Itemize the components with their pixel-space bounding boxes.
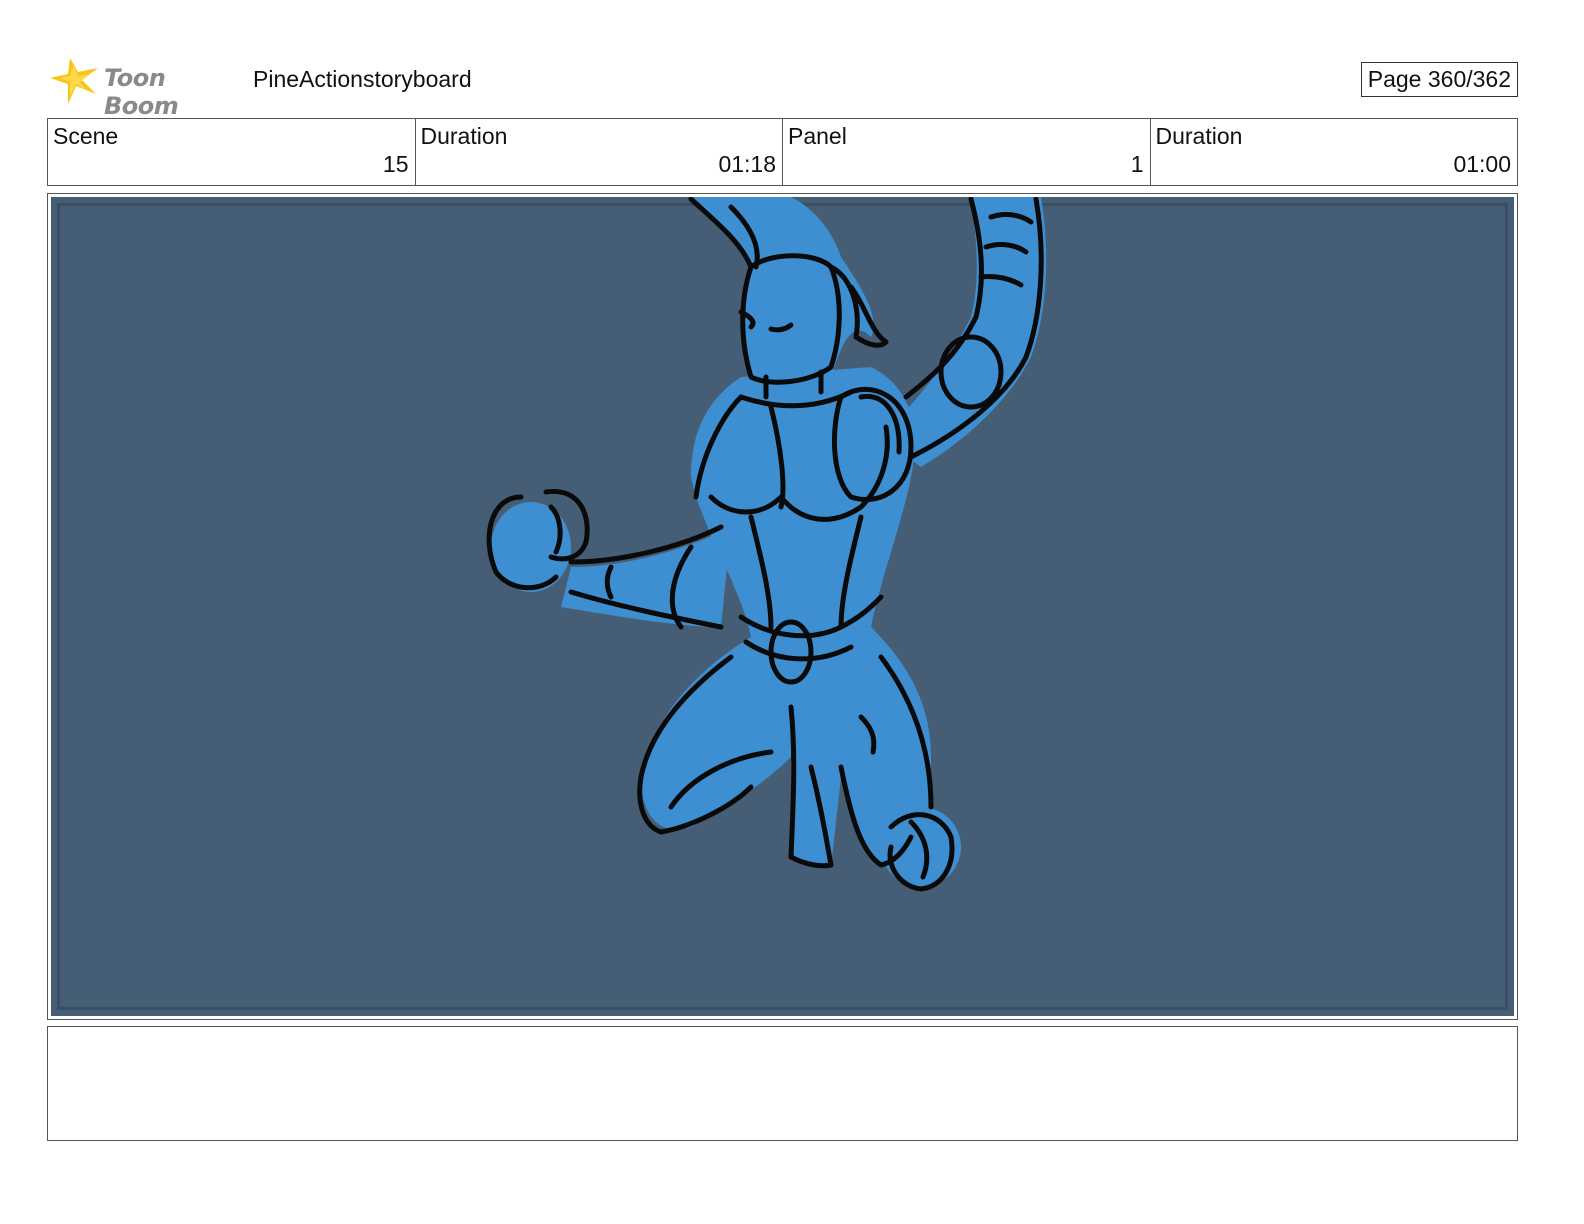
star-burst-icon xyxy=(50,58,98,104)
logo-text: Toon Boom xyxy=(104,64,179,120)
scene-label: Scene xyxy=(53,123,119,149)
panel-frame xyxy=(47,193,1518,1020)
scene-duration-cell: Duration 01:18 xyxy=(416,119,783,185)
panel-label: Panel xyxy=(788,123,847,149)
scene-value: 15 xyxy=(382,151,409,177)
page-number: Page 360/362 xyxy=(1360,62,1518,97)
panel-duration-cell: Duration 01:00 xyxy=(1151,119,1518,185)
character-sketch xyxy=(486,197,1047,892)
toon-boom-logo: Toon Boom xyxy=(48,52,238,120)
panel-notes-box xyxy=(47,1026,1518,1141)
scene-duration-label: Duration xyxy=(420,123,508,149)
project-title: PineActionstoryboard xyxy=(253,66,472,92)
panel-duration-value: 01:00 xyxy=(1453,151,1511,177)
panel-cell: Panel 1 xyxy=(783,119,1151,185)
scene-duration-value: 01:18 xyxy=(718,151,776,177)
storyboard-panel-drawing xyxy=(51,197,1514,1016)
panel-value: 1 xyxy=(1130,151,1144,177)
page-header: Toon Boom PineActionstoryboard Page 360/… xyxy=(48,52,1518,120)
scene-cell: Scene 15 xyxy=(48,119,416,185)
panel-duration-label: Duration xyxy=(1155,123,1243,149)
scene-info-table: Scene 15 Duration 01:18 Panel 1 Duration… xyxy=(47,118,1518,186)
